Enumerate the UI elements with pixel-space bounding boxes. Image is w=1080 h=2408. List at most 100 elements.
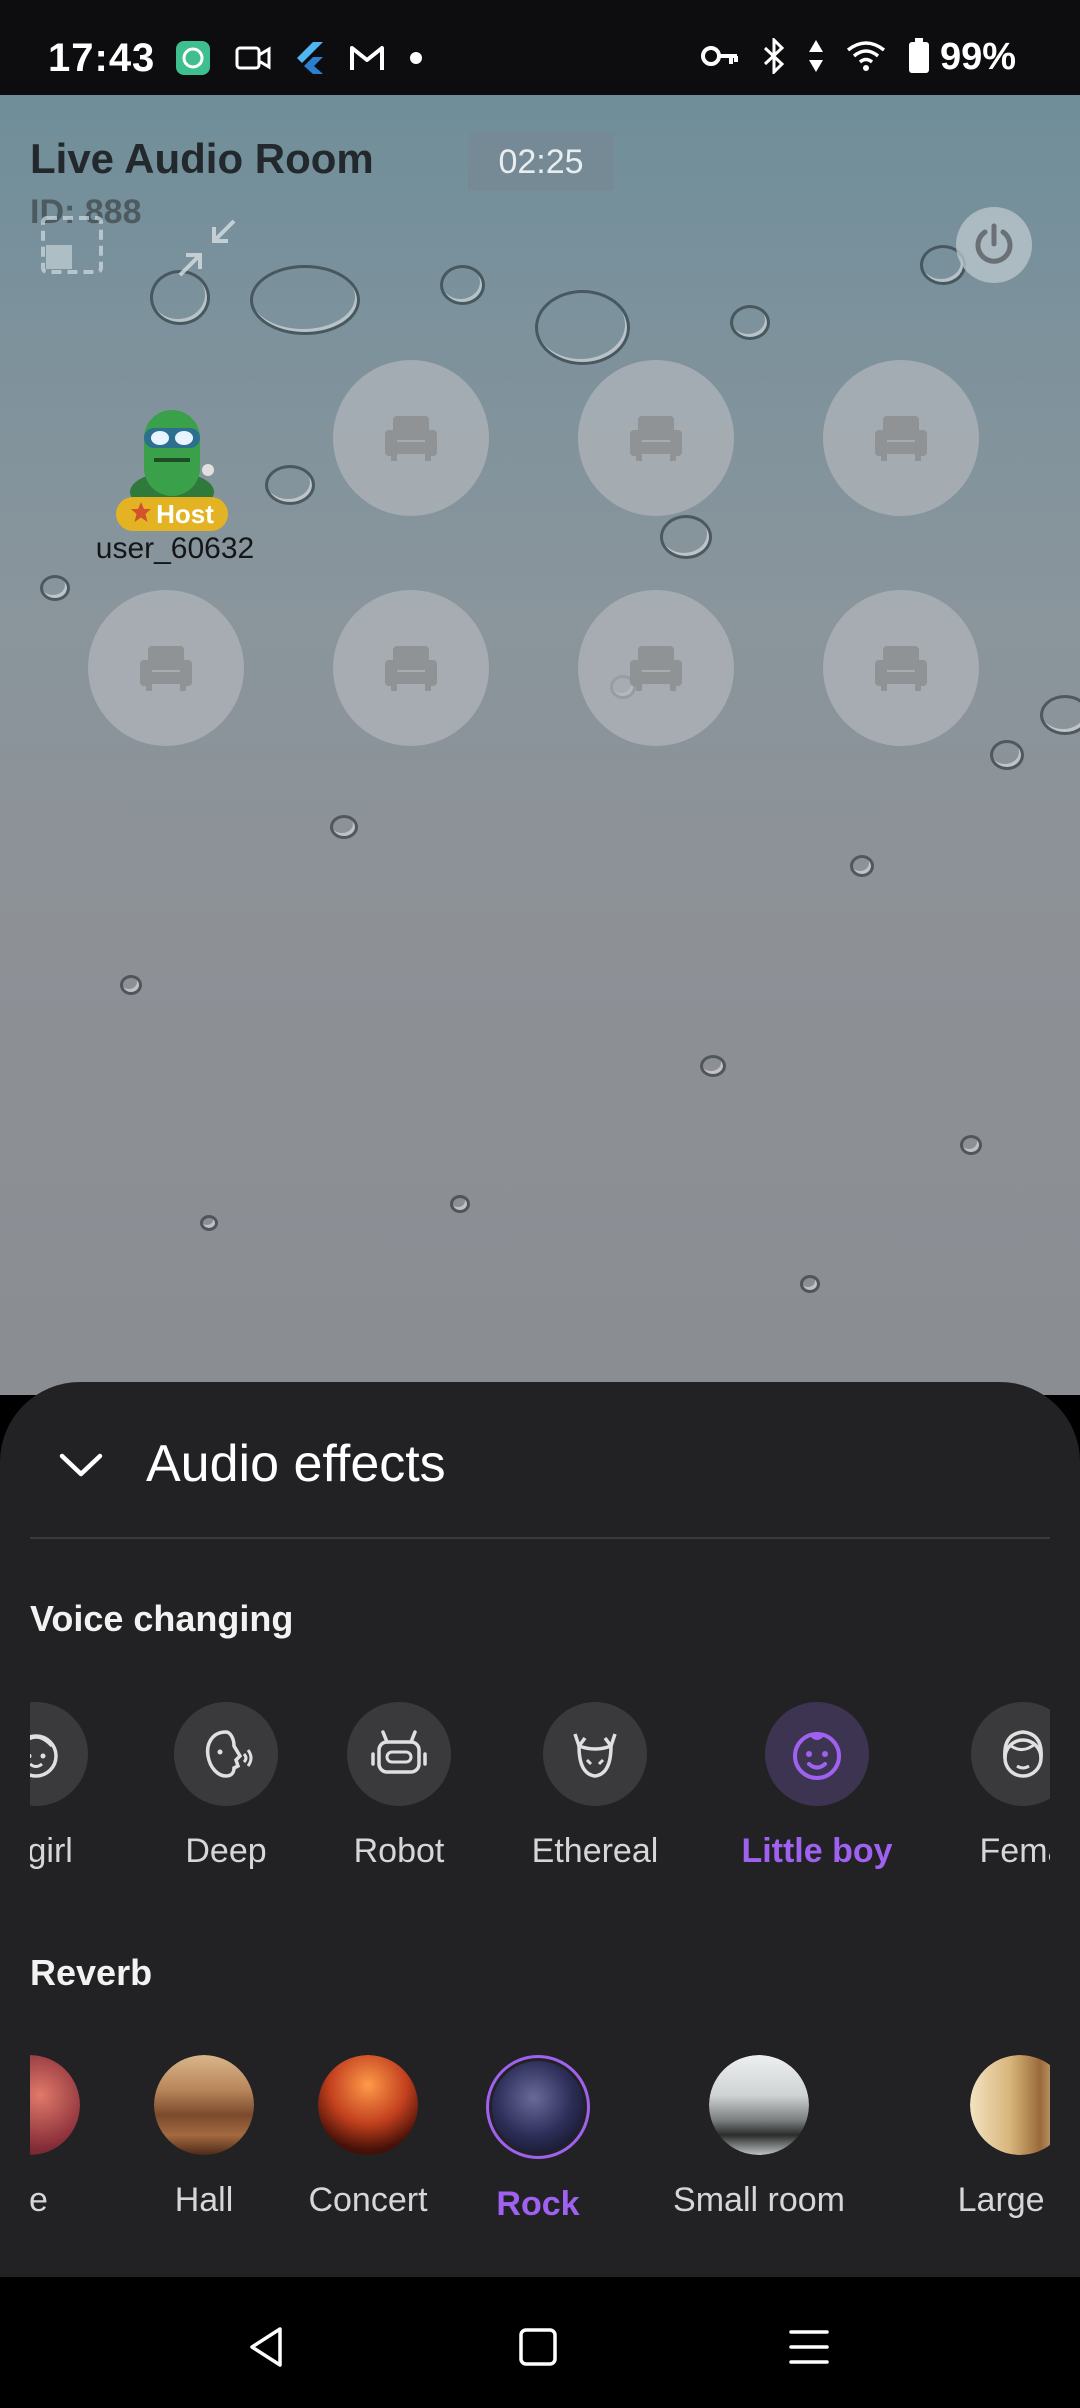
raindrop-decoration: [265, 465, 315, 505]
empty-seat[interactable]: [88, 590, 244, 746]
home-square-icon: [519, 2328, 557, 2366]
sheet-title: Audio effects: [146, 1435, 446, 1493]
reverb-option-label: Small room: [673, 2181, 845, 2219]
armchair-icon: [385, 416, 437, 461]
status-time: 17:43: [48, 36, 156, 80]
ethereal-icon: [543, 1702, 647, 1806]
reverb-option-label: Large rc: [957, 2181, 1050, 2219]
voice-option-label-selected: Little boy: [741, 1832, 893, 1870]
voice-option-label: Robot: [353, 1832, 445, 1870]
status-bar: 17:43 99%: [0, 0, 1080, 95]
raindrop-decoration: [330, 815, 358, 839]
voice-option-label: Deep: [185, 1832, 267, 1870]
raindrop-decoration: [200, 1215, 218, 1231]
empty-seat[interactable]: [578, 590, 734, 746]
raindrop-decoration: [120, 975, 142, 995]
reverb-option[interactable]: ke: [30, 2055, 100, 2220]
reverb-thumbnail: [30, 2055, 80, 2155]
empty-seat[interactable]: [823, 360, 979, 516]
voice-option-ethereal[interactable]: Ethereal: [525, 1702, 665, 1871]
raindrop-decoration: [440, 265, 485, 305]
flutter-icon: [295, 41, 325, 80]
reverb-thumbnail: [709, 2055, 809, 2155]
host-username: user_60632: [95, 532, 255, 565]
girl-face-icon: [30, 1702, 88, 1806]
voice-option[interactable]: e girl: [30, 1702, 106, 1871]
back-button[interactable]: [236, 2317, 296, 2377]
app-notification-icon: [175, 40, 211, 81]
raindrop-decoration: [730, 305, 770, 340]
recents-button[interactable]: [779, 2317, 839, 2377]
wifi-icon: [846, 40, 886, 77]
reverb-option-hall[interactable]: Hall: [134, 2055, 274, 2220]
audio-effects-sheet: Audio effects Voice changing e girl Deep…: [0, 1382, 1080, 2277]
raindrop-decoration: [450, 1195, 470, 1213]
collapse-sheet-button[interactable]: [56, 1440, 106, 1490]
voice-option-robot[interactable]: Robot: [329, 1702, 469, 1871]
female-icon: [971, 1702, 1050, 1806]
reverb-option-small-room[interactable]: Small room: [649, 2055, 869, 2220]
raindrop-decoration: [990, 740, 1024, 770]
voice-option-female[interactable]: Fema: [953, 1702, 1050, 1871]
collapse-arrows-icon: [178, 219, 236, 277]
bluetooth-icon: [762, 36, 786, 79]
empty-seat[interactable]: [333, 590, 489, 746]
minimize-window-button[interactable]: [38, 215, 106, 275]
reverb-option-rock[interactable]: Rock: [468, 2055, 608, 2224]
voice-option-little-boy[interactable]: Little boy: [722, 1702, 912, 1871]
voice-option-deep[interactable]: Deep: [156, 1702, 296, 1871]
navigation-bar: [0, 2277, 1080, 2408]
divider: [30, 1537, 1050, 1539]
reverb-option-label: Hall: [174, 2181, 234, 2219]
armchair-icon: [140, 646, 192, 691]
reverb-option-large-room[interactable]: Large rc: [920, 2055, 1050, 2220]
status-right-icons: [700, 36, 930, 79]
battery-percent: 99%: [939, 36, 1016, 78]
leave-room-button[interactable]: [956, 207, 1032, 283]
raindrop-decoration: [535, 290, 630, 365]
voice-changing-carousel[interactable]: e girl Deep Robot Ethereal Little boy: [30, 1702, 1050, 1872]
sheet-header: Audio effects: [0, 1382, 1080, 1538]
armchair-icon: [875, 646, 927, 691]
reverb-option-concert[interactable]: Concert: [278, 2055, 458, 2220]
audio-room-background: Live Audio Room ID: 888 02:25 Host user_…: [0, 95, 1080, 1395]
raindrop-decoration: [250, 265, 360, 335]
collapse-button[interactable]: [172, 213, 242, 283]
data-arrows-icon: [808, 38, 824, 79]
empty-seat[interactable]: [333, 360, 489, 516]
raindrop-decoration: [960, 1135, 982, 1155]
robot-icon: [347, 1702, 451, 1806]
voice-option-label: Ethereal: [531, 1832, 659, 1870]
room-timer: 02:25: [468, 133, 614, 191]
host-badge: Host: [116, 497, 228, 531]
raindrop-decoration: [660, 515, 712, 559]
status-left-icons: [175, 40, 423, 81]
reverb-option-label: Concert: [308, 2181, 428, 2219]
armchair-icon: [630, 646, 682, 691]
host-avatar[interactable]: [122, 400, 222, 512]
raindrop-decoration: [800, 1275, 820, 1293]
reverb-carousel[interactable]: ke Hall Concert Rock Small room: [30, 2055, 1050, 2235]
empty-seat[interactable]: [578, 360, 734, 516]
power-icon: [975, 223, 1013, 264]
empty-seat[interactable]: [823, 590, 979, 746]
alien-avatar-icon: [130, 410, 214, 512]
menu-lines-icon: [789, 2330, 829, 2364]
deep-voice-icon: [174, 1702, 278, 1806]
vpn-key-icon: [700, 42, 740, 75]
raindrop-decoration: [40, 575, 70, 601]
reverb-option-label-selected: Rock: [496, 2185, 580, 2223]
little-boy-icon: [765, 1702, 869, 1806]
voice-option-label: e girl: [30, 1832, 73, 1870]
reverb-thumbnail: [486, 2055, 590, 2159]
room-title: Live Audio Room: [30, 135, 374, 182]
raindrop-decoration: [850, 855, 874, 877]
raindrop-decoration: [1040, 695, 1080, 735]
home-button[interactable]: [508, 2317, 568, 2377]
reverb-thumbnail: [970, 2055, 1050, 2155]
gmail-icon: [349, 44, 385, 77]
chevron-down-icon: [59, 1453, 103, 1477]
reverb-thumbnail: [318, 2055, 418, 2155]
reverb-option-label: ke: [30, 2181, 48, 2219]
raindrop-decoration: [700, 1055, 726, 1077]
